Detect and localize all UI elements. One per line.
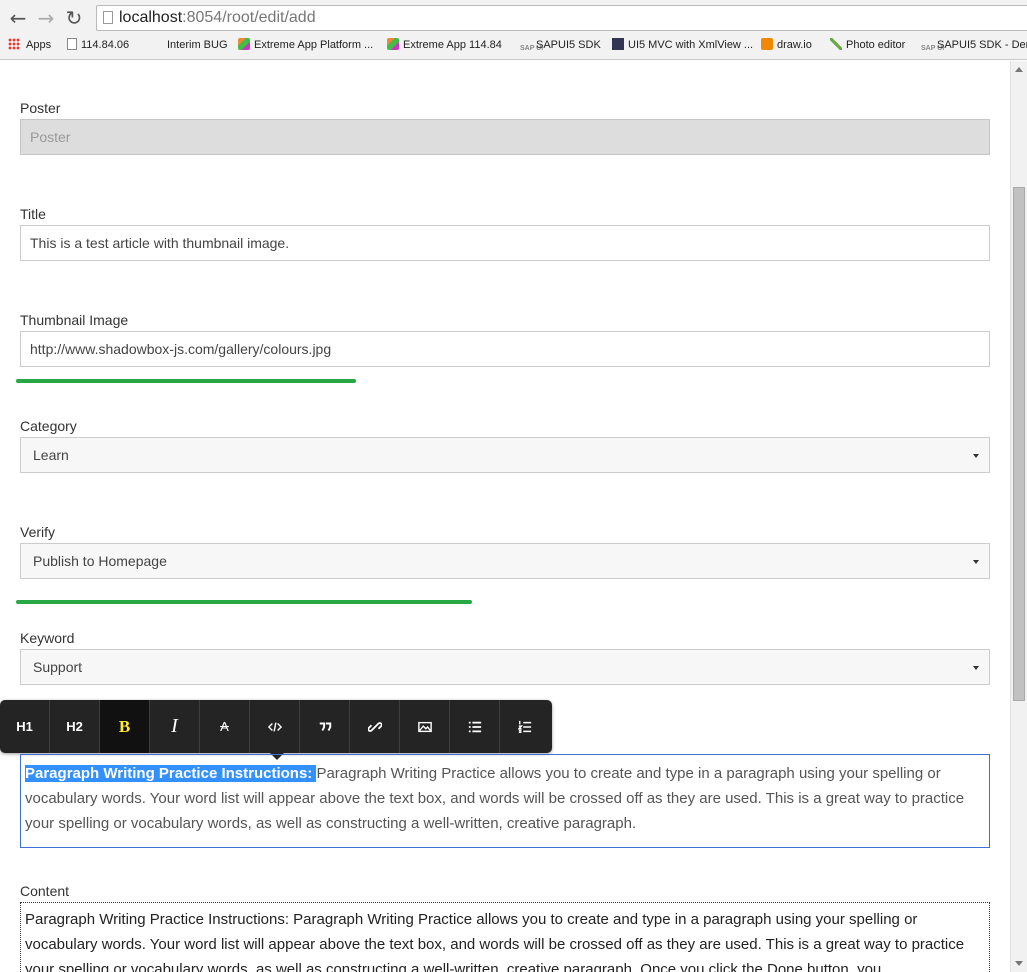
ordered-list-icon — [518, 720, 532, 733]
unordered-list-icon — [468, 721, 481, 732]
bookmark-photo-editor[interactable]: Photo editor — [830, 36, 905, 54]
category-label: Category — [20, 418, 77, 434]
bookmark-sapui5-sdk-demo[interactable]: SAP UISAPUI5 SDK - Dem — [921, 36, 1027, 54]
verify-select[interactable]: Publish to Homepage — [20, 543, 990, 579]
apps-grid-icon — [8, 38, 20, 50]
bookmark-apps[interactable]: Apps — [8, 36, 51, 54]
photo-icon — [830, 38, 842, 50]
chevron-down-icon — [973, 560, 979, 564]
strikethrough-button[interactable]: A — [200, 700, 250, 753]
rich-text-editor[interactable]: Paragraph Writing Practice Instructions:… — [20, 754, 990, 848]
quote-button[interactable] — [300, 700, 350, 753]
h1-button[interactable]: H1 — [0, 700, 50, 753]
image-button[interactable] — [400, 700, 450, 753]
selected-text: Paragraph Writing Practice Instructions: — [25, 765, 317, 782]
url-host: localhost — [119, 9, 183, 26]
bookmark-ui5-mvc[interactable]: UI5 MVC with XmlView ... — [612, 36, 753, 54]
ordered-list-button[interactable] — [500, 700, 550, 753]
verify-value: Publish to Homepage — [33, 553, 167, 569]
back-arrow-icon[interactable]: ← — [6, 6, 30, 30]
url-path: :8054/root/edit/add — [182, 9, 316, 26]
category-value: Learn — [33, 447, 69, 463]
puzzle-icon — [238, 38, 250, 50]
bookmark-interim-bug[interactable]: Interim BUG — [167, 36, 228, 54]
bold-button[interactable]: B — [100, 700, 150, 753]
page-content: Poster Poster Title This is a test artic… — [0, 61, 1010, 972]
address-bar[interactable]: localhost:8054/root/edit/add — [96, 5, 1027, 31]
image-icon — [417, 721, 432, 732]
bookmark-extreme-app-114[interactable]: Extreme App 114.84 — [387, 36, 502, 54]
thumbnail-progress-bar — [16, 379, 356, 383]
keyword-select[interactable]: Support — [20, 649, 990, 685]
puzzle-icon — [387, 38, 399, 50]
chevron-down-icon — [973, 454, 979, 458]
chevron-down-icon — [973, 666, 979, 670]
category-select[interactable]: Learn — [20, 437, 990, 473]
sap-icon: SAP UI — [520, 45, 544, 52]
code-button[interactable] — [250, 700, 300, 753]
bookmark-sapui5-sdk[interactable]: SAP UISAPUI5 SDK — [520, 36, 601, 54]
editor-toolbar: H1 H2 B I A — [0, 700, 552, 753]
quote-icon — [319, 722, 331, 731]
drawio-icon — [761, 38, 773, 50]
poster-label: Poster — [20, 100, 61, 116]
reload-icon[interactable]: ↻ — [62, 6, 86, 30]
link-button[interactable] — [350, 700, 400, 753]
title-input[interactable]: This is a test article with thumbnail im… — [20, 225, 990, 261]
page-icon — [67, 38, 77, 50]
bookmark-extreme-app-platform[interactable]: Extreme App Platform ... — [238, 36, 373, 54]
bookmark-drawio[interactable]: draw.io — [761, 36, 812, 54]
keyword-value: Support — [33, 659, 83, 675]
forward-arrow-icon[interactable]: → — [34, 6, 58, 30]
content-label: Content — [20, 883, 70, 899]
scrollbar[interactable] — [1010, 61, 1027, 972]
keyword-label: Keyword — [20, 630, 75, 646]
browser-chrome: ← → ↻ localhost:8054/root/edit/add Apps … — [0, 0, 1027, 60]
ui5-icon — [612, 38, 624, 50]
thumbnail-label: Thumbnail Image — [20, 312, 129, 328]
page-icon — [103, 11, 113, 24]
scroll-down-icon[interactable] — [1015, 961, 1023, 966]
bookmarks-bar: Apps 114.84.06 Interim BUG Extreme App P… — [0, 36, 1027, 56]
unordered-list-button[interactable] — [450, 700, 500, 753]
scrollbar-thumb[interactable] — [1013, 187, 1025, 701]
h2-button[interactable]: H2 — [50, 700, 100, 753]
content-textarea[interactable]: Paragraph Writing Practice Instructions:… — [20, 902, 990, 972]
italic-button[interactable]: I — [150, 700, 200, 753]
poster-input: Poster — [20, 119, 990, 155]
code-icon — [267, 721, 282, 732]
scroll-up-icon[interactable] — [1015, 67, 1023, 72]
sap-icon: SAP UI — [921, 45, 945, 52]
thumbnail-input[interactable]: http://www.shadowbox-js.com/gallery/colo… — [20, 331, 990, 367]
verify-label: Verify — [20, 524, 56, 540]
nav-row: ← → ↻ localhost:8054/root/edit/add — [0, 4, 1027, 32]
title-label: Title — [20, 206, 46, 222]
link-icon — [367, 721, 382, 732]
bookmark-114-84-06[interactable]: 114.84.06 — [67, 36, 129, 54]
verify-progress-bar — [16, 600, 472, 604]
